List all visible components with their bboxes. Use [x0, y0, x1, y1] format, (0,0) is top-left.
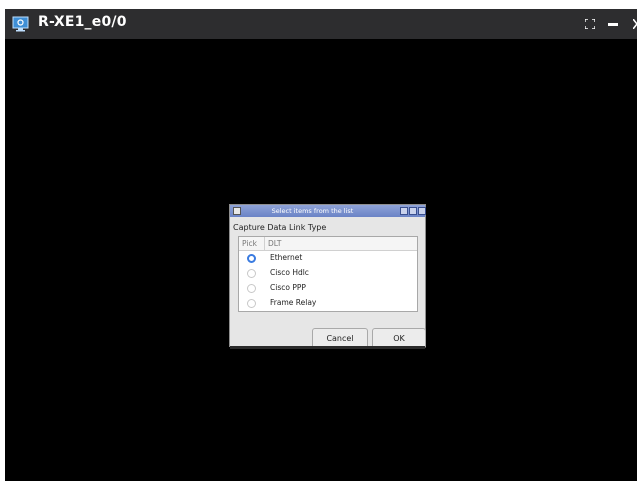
- window-titlebar: R-XE1_e0/0: [5, 9, 637, 39]
- column-header-pick[interactable]: Pick: [242, 239, 257, 248]
- dialog-close-icon[interactable]: [418, 207, 426, 215]
- remote-console-window: R-XE1_e0/0 Select items from the list Ca…: [5, 9, 637, 481]
- list-item-label: Cisco PPP: [270, 283, 306, 292]
- list-item-label: Frame Relay: [270, 298, 317, 307]
- select-items-dialog: Select items from the list Capture Data …: [229, 204, 426, 349]
- radio-button[interactable]: [247, 269, 256, 278]
- column-header-dlt[interactable]: DLT: [268, 239, 282, 248]
- dialog-titlebar[interactable]: Select items from the list: [230, 205, 426, 217]
- radio-button[interactable]: [247, 284, 256, 293]
- dialog-title: Select items from the list: [271, 207, 354, 215]
- radio-button[interactable]: [247, 254, 256, 263]
- dialog-minimize-icon[interactable]: [400, 207, 408, 215]
- window-title: R-XE1_e0/0: [38, 14, 127, 30]
- list-item-label: Cisco Hdlc: [270, 268, 309, 277]
- list-item-label: Ethernet: [270, 253, 303, 262]
- minimize-icon[interactable]: [608, 23, 618, 26]
- close-icon[interactable]: [633, 19, 637, 29]
- list-item[interactable]: Cisco PPP: [239, 281, 417, 296]
- dialog-maximize-icon[interactable]: [409, 207, 417, 215]
- list-item[interactable]: Frame Relay: [239, 296, 417, 311]
- radio-button[interactable]: [247, 299, 256, 308]
- list-header: Pick DLT: [239, 237, 417, 251]
- column-divider: [264, 237, 265, 250]
- monitor-icon: [12, 16, 29, 32]
- fullscreen-icon[interactable]: [585, 19, 595, 29]
- dlt-list: Pick DLT Ethernet Cisco Hdlc Cisco PPP F…: [238, 236, 418, 312]
- dialog-prompt: Capture Data Link Type: [233, 223, 327, 232]
- list-item[interactable]: Ethernet: [239, 251, 417, 266]
- list-item[interactable]: Cisco Hdlc: [239, 266, 417, 281]
- dialog-bottom-edge: [230, 346, 425, 349]
